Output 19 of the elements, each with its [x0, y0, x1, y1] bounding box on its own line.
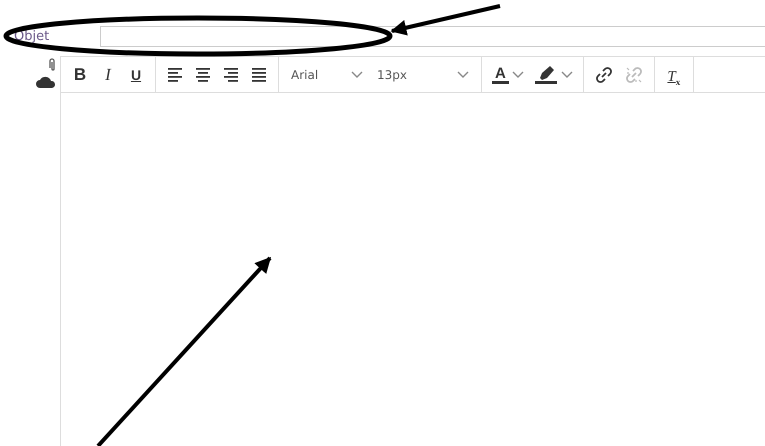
subject-field[interactable]: [100, 26, 765, 47]
cloud-icon[interactable]: [36, 76, 56, 88]
align-right-icon: [224, 68, 238, 82]
chevron-icon: [512, 70, 524, 78]
paperclip-icon[interactable]: [48, 58, 56, 72]
align-center-icon: [196, 68, 210, 82]
align-left-icon: [168, 68, 182, 82]
italic-button[interactable]: I: [97, 62, 119, 86]
clear-format-button[interactable]: T$_{x}$: [662, 62, 685, 86]
chevron-icon: [560, 70, 573, 78]
justify-icon: [252, 68, 266, 82]
marker-icon: [534, 64, 558, 84]
font-family-select[interactable]: Arial: [287, 62, 367, 86]
font-size-select[interactable]: 13px: [373, 62, 473, 86]
text-color-button[interactable]: A: [490, 62, 526, 86]
chevron-icon: [457, 70, 469, 78]
chevron-icon: [351, 70, 363, 78]
bold-button[interactable]: B: [69, 62, 91, 86]
underline-button[interactable]: U: [125, 62, 147, 86]
